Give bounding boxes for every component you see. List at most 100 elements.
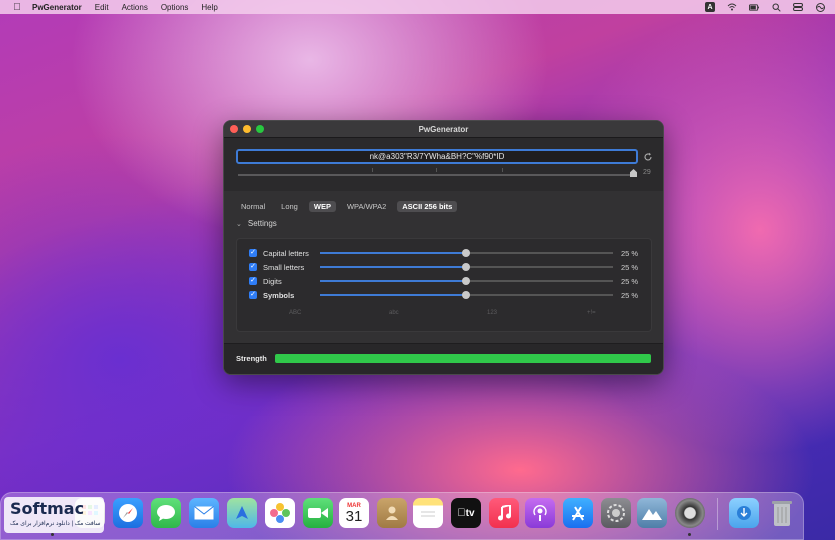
wifi-icon[interactable] <box>727 2 737 12</box>
running-indicator <box>688 533 691 536</box>
options-panel: Normal Long WEP WPA/WPA2 ASCII 256 bits … <box>224 191 663 374</box>
dock-separator <box>717 498 718 530</box>
system-preferences-icon[interactable] <box>601 498 631 528</box>
apple-menu-icon[interactable]:  <box>12 2 22 13</box>
length-slider-thumb[interactable] <box>630 169 637 177</box>
refresh-icon[interactable] <box>643 152 653 162</box>
facetime-icon[interactable] <box>303 498 333 528</box>
slider-thumb[interactable] <box>462 263 470 271</box>
char-label-lower: abc <box>389 310 399 316</box>
softmac-watermark: Softmac سافت مک | دانلود نرم‌افزار برای … <box>4 497 104 533</box>
status-area: A <box>705 2 825 12</box>
option-label: Capital letters <box>263 248 309 258</box>
menu-app-name[interactable]: PwGenerator <box>32 3 82 12</box>
app-store-icon[interactable] <box>563 498 593 528</box>
close-button[interactable] <box>230 125 238 133</box>
podcasts-icon[interactable] <box>525 498 555 528</box>
strength-meter-fill <box>275 354 651 363</box>
option-percent: 25 % <box>621 249 639 258</box>
slider-fill <box>320 280 466 282</box>
symbols-slider[interactable] <box>320 291 613 299</box>
option-row-digits: ✓ Digits 25 % <box>249 276 645 286</box>
mail-icon[interactable] <box>189 498 219 528</box>
option-label: Digits <box>263 276 282 286</box>
keyboard-input-icon[interactable]: A <box>705 2 715 12</box>
maps-icon[interactable] <box>227 498 257 528</box>
settings-box: ✓ Capital letters 25 % ✓ Small letters 2… <box>236 238 652 332</box>
slider-thumb[interactable] <box>462 291 470 299</box>
char-label-upper: ABC <box>289 310 302 316</box>
settings-label: Settings <box>247 219 277 228</box>
small-letters-slider[interactable] <box>320 263 613 271</box>
slider-thumb[interactable] <box>462 277 470 285</box>
tab-ascii-256[interactable]: ASCII 256 bits <box>397 201 458 212</box>
length-tick <box>372 168 373 172</box>
menu-help[interactable]: Help <box>201 3 217 12</box>
option-label: Small letters <box>263 262 305 272</box>
control-center-icon[interactable] <box>793 2 803 12</box>
menu-options[interactable]: Options <box>161 3 189 12</box>
monterey-installer-icon[interactable] <box>637 498 667 528</box>
battery-icon[interactable] <box>749 2 759 12</box>
messages-icon[interactable] <box>151 498 181 528</box>
char-label-digits: 123 <box>487 310 498 316</box>
slider-fill <box>320 266 466 268</box>
pwgenerator-window: PwGenerator nk@a303"R3/7YWha&BH?C"%f90*I… <box>223 120 664 375</box>
option-percent: 25 % <box>621 263 639 272</box>
tab-wpa[interactable]: WPA/WPA2 <box>342 201 391 212</box>
disk-utility-icon[interactable] <box>675 498 705 528</box>
menu-bar:  PwGenerator Edit Actions Options Help … <box>0 0 835 14</box>
zoom-button[interactable] <box>256 125 264 133</box>
watermark-subtitle: سافت مک | دانلود نرم‌افزار برای مک <box>10 521 101 527</box>
apple-logo-icon:  <box>457 507 465 519</box>
length-slider[interactable] <box>238 174 634 176</box>
char-class-labels: ABC abc 123 +!= <box>249 310 645 318</box>
length-value: 29 <box>643 169 651 176</box>
capital-letters-slider[interactable] <box>320 249 613 257</box>
strength-label: Strength <box>236 354 267 363</box>
calendar-icon[interactable]: MAR 31 <box>339 498 369 528</box>
tv-label: tv <box>461 507 475 519</box>
menu-actions[interactable]: Actions <box>122 3 148 12</box>
contacts-icon[interactable] <box>377 498 407 528</box>
safari-icon[interactable] <box>113 498 143 528</box>
downloads-folder-icon[interactable] <box>729 498 759 528</box>
strength-meter <box>275 354 651 363</box>
minimize-button[interactable] <box>243 125 251 133</box>
settings-disclosure[interactable]: ⌄ Settings <box>236 219 277 228</box>
option-percent: 25 % <box>621 291 639 300</box>
menu-edit[interactable]: Edit <box>95 3 109 12</box>
length-tick <box>502 168 503 172</box>
slider-thumb[interactable] <box>462 249 470 257</box>
option-percent: 25 % <box>621 277 639 286</box>
checkbox-small-letters[interactable]: ✓ <box>249 263 257 271</box>
tab-long[interactable]: Long <box>276 201 303 212</box>
siri-icon[interactable] <box>815 2 825 12</box>
search-icon[interactable] <box>771 2 781 12</box>
digits-slider[interactable] <box>320 277 613 285</box>
chevron-down-icon: ⌄ <box>236 220 242 228</box>
watermark-brand: Softmac <box>10 499 85 518</box>
tab-wep[interactable]: WEP <box>308 201 336 212</box>
preset-tabs: Normal Long WEP WPA/WPA2 ASCII 256 bits <box>236 201 458 212</box>
window-title: PwGenerator <box>418 124 469 134</box>
title-bar[interactable]: PwGenerator <box>224 121 663 138</box>
password-field[interactable]: nk@a303"R3/7YWha&BH?C"%f90*ID <box>236 149 638 164</box>
notes-icon[interactable] <box>413 498 443 528</box>
tab-normal[interactable]: Normal <box>236 201 270 212</box>
window-controls <box>230 125 264 133</box>
apple-tv-icon[interactable]: tv <box>451 498 481 528</box>
photos-icon[interactable] <box>265 498 295 528</box>
checkbox-digits[interactable]: ✓ <box>249 277 257 285</box>
option-label: Symbols <box>263 290 295 300</box>
running-indicator <box>51 533 54 536</box>
slider-fill <box>320 294 466 296</box>
music-icon[interactable] <box>489 498 519 528</box>
slider-fill <box>320 252 466 254</box>
checkbox-capital-letters[interactable]: ✓ <box>249 249 257 257</box>
trash-icon[interactable] <box>767 498 797 528</box>
checkbox-symbols[interactable]: ✓ <box>249 291 257 299</box>
length-tick <box>436 168 437 172</box>
option-row-small: ✓ Small letters 25 % <box>249 262 645 272</box>
char-label-symbols: +!= <box>587 310 596 316</box>
